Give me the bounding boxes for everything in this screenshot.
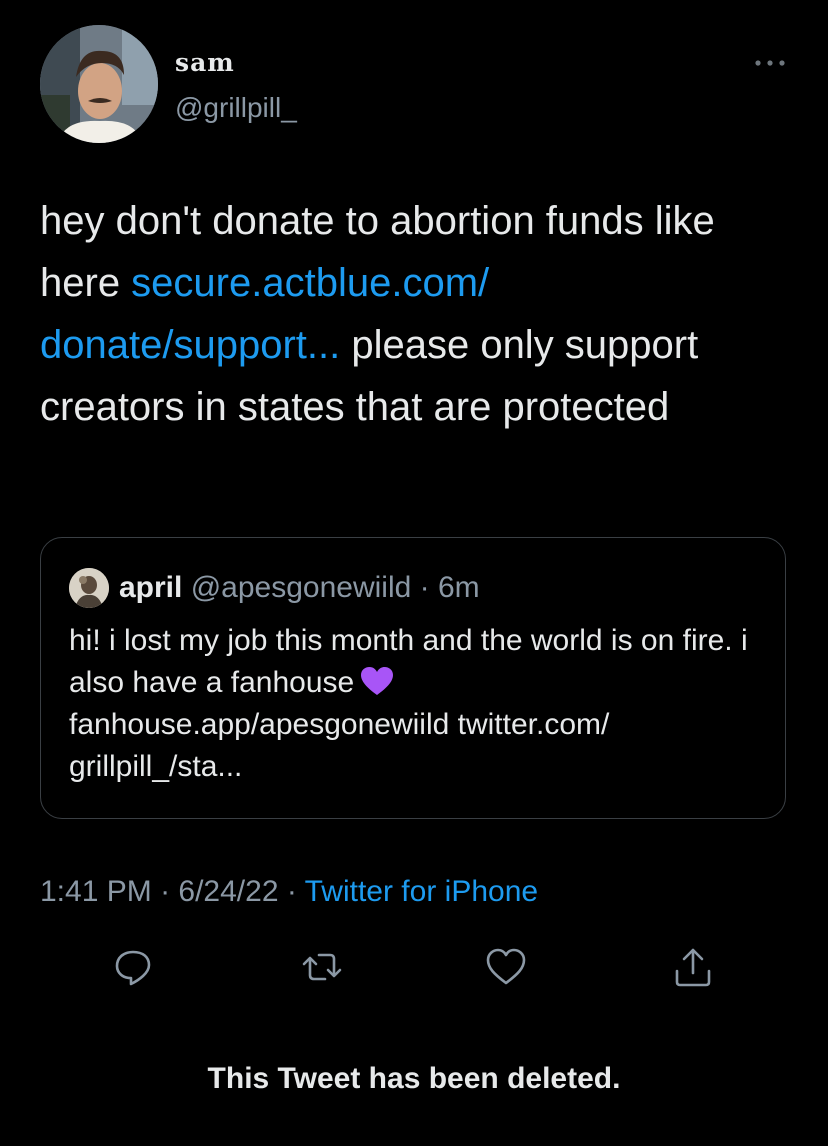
quote-tweet-card[interactable]: april @apesgonewiild · 6m hi! i lost my … xyxy=(40,537,786,819)
tweet-time[interactable]: 1:41 PM xyxy=(40,875,152,908)
author-avatar[interactable] xyxy=(40,25,158,143)
author-display-name[interactable]: sam xyxy=(175,48,235,77)
deleted-tweet-notice: This Tweet has been deleted. xyxy=(207,1062,621,1095)
quote-author-avatar[interactable] xyxy=(69,568,109,608)
like-icon[interactable] xyxy=(484,945,528,989)
quote-text-part: hi! i lost my job this month and the wor… xyxy=(69,624,748,699)
quote-text-part: fanhouse.app/apesgonewiild twitter.com/ … xyxy=(69,708,610,783)
quote-time: 6m xyxy=(437,571,480,604)
author-handle[interactable]: @grillpill_ xyxy=(175,92,297,124)
tweet-metadata: 1:41 PM · 6/24/22 · Twitter for iPhone xyxy=(40,870,538,914)
tweet-date[interactable]: 6/24/22 xyxy=(178,875,278,908)
more-options-icon[interactable] xyxy=(752,53,788,73)
quote-text: hi! i lost my job this month and the wor… xyxy=(69,620,769,788)
meta-separator: · xyxy=(151,875,179,908)
share-icon[interactable] xyxy=(671,945,715,989)
quote-author-name[interactable]: april xyxy=(119,571,182,604)
tweet-text: hey don't donate to abortion funds like … xyxy=(40,190,800,438)
tweet-source-link[interactable]: Twitter for iPhone xyxy=(305,875,538,908)
quote-author-handle[interactable]: @apesgonewiild xyxy=(191,571,412,604)
reply-icon[interactable] xyxy=(111,945,155,989)
quote-header: april @apesgonewiild · 6m xyxy=(119,568,480,608)
quote-separator: · xyxy=(411,571,438,604)
purple-heart-icon xyxy=(361,667,394,695)
meta-separator: · xyxy=(278,875,305,908)
retweet-icon[interactable] xyxy=(300,945,344,989)
